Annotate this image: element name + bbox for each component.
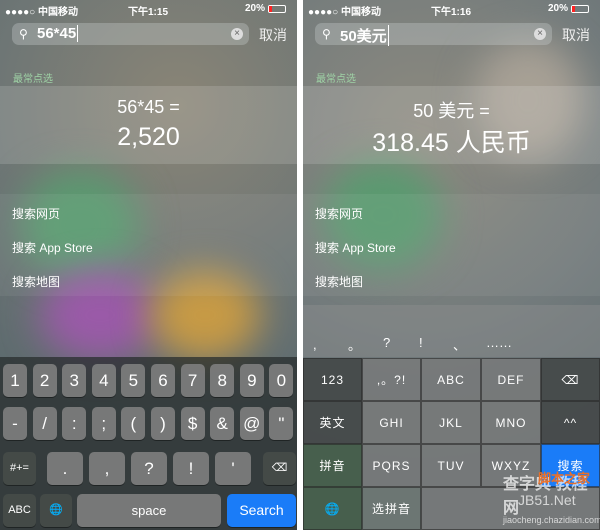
key[interactable]: 9 — [239, 364, 264, 397]
key[interactable]: 4 — [91, 364, 116, 397]
key[interactable]: $ — [180, 407, 205, 440]
key[interactable]: ; — [91, 407, 116, 440]
key[interactable]: 6 — [151, 364, 175, 397]
key[interactable]: , — [89, 452, 125, 485]
key[interactable]: 8 — [210, 364, 235, 397]
key[interactable]: 英文 — [303, 401, 362, 444]
key[interactable]: . — [47, 452, 83, 485]
cancel-button[interactable]: 取消 — [259, 25, 287, 45]
key[interactable]: ( — [121, 407, 146, 440]
search-web[interactable]: 搜索网页 — [315, 205, 363, 222]
key[interactable]: ) — [151, 407, 175, 440]
left-screenshot: ●●●●○ 中国移动 下午1:15 20% ⚲ 56*45 × 取消 最常点选 … — [0, 0, 297, 530]
space-key[interactable]: space — [77, 494, 221, 527]
cancel-button[interactable]: 取消 — [562, 25, 590, 45]
key[interactable]: & — [210, 407, 235, 440]
key[interactable]: ^^ — [541, 401, 600, 444]
candidate[interactable]: , — [313, 337, 317, 352]
time: 下午1:15 — [128, 7, 169, 18]
candidate[interactable]: 。 — [348, 335, 361, 354]
key[interactable]: 5 — [121, 364, 146, 397]
key[interactable]: @ — [239, 407, 264, 440]
key[interactable]: / — [32, 407, 57, 440]
calc-expression: 56*45 = — [117, 97, 180, 117]
carrier: ●●●●○ 中国移动 — [308, 7, 381, 18]
status-bar: ●●●●○ 中国移动 下午1:16 20% — [303, 0, 600, 18]
key[interactable]: 1 — [3, 364, 27, 397]
search-icon: ⚲ — [19, 27, 28, 41]
search-field[interactable]: ⚲ 50美元 × — [315, 23, 552, 46]
key[interactable]: 3 — [62, 364, 87, 397]
key[interactable]: TUV — [421, 444, 481, 487]
globe-icon[interactable]: 🌐 — [40, 494, 72, 527]
right-screenshot: ●●●●○ 中国移动 下午1:16 20% ⚲ 50美元 × 取消 最常点选 5… — [303, 0, 600, 530]
search-app-store[interactable]: 搜索 App Store — [12, 239, 93, 256]
search-icon: ⚲ — [322, 27, 331, 41]
key[interactable]: 🌐 — [303, 487, 362, 530]
carrier: ●●●●○ 中国移动 — [5, 7, 78, 18]
clear-icon[interactable]: × — [534, 28, 546, 40]
candidate[interactable]: …… — [486, 335, 512, 350]
search-key[interactable]: Search — [227, 494, 296, 527]
candidate[interactable]: ! — [419, 335, 423, 350]
section-header: 最常点选 — [316, 74, 356, 85]
search-maps[interactable]: 搜索地图 — [315, 273, 363, 290]
key[interactable]: " — [269, 407, 294, 440]
key[interactable]: ' — [215, 452, 251, 485]
battery-icon — [571, 5, 589, 13]
watermark: 脚本之家 — [538, 471, 591, 486]
search-input[interactable]: 56*45 — [37, 25, 79, 42]
symbols-key[interactable]: #+= — [3, 452, 36, 485]
conversion-expression: 50 美元 = — [413, 101, 490, 121]
candidate[interactable]: 、 — [453, 335, 466, 354]
key[interactable]: 123 — [303, 358, 362, 401]
key[interactable]: : — [62, 407, 87, 440]
search-input[interactable]: 50美元 — [340, 25, 389, 46]
key[interactable]: ! — [173, 452, 209, 485]
battery-percent: 20% — [548, 3, 569, 14]
key[interactable]: 2 — [32, 364, 57, 397]
key[interactable]: 7 — [180, 364, 205, 397]
backspace-key[interactable]: ⌫ — [263, 452, 296, 485]
clear-icon[interactable]: × — [231, 28, 243, 40]
candidate-bar: , 。 ? ! 、 …… — [303, 305, 600, 357]
calc-value: 2,520 — [117, 123, 180, 151]
watermark: jiaocheng.chazidian.com — [503, 515, 600, 525]
key[interactable]: ABC — [421, 358, 481, 401]
key[interactable]: ⌫ — [541, 358, 600, 401]
watermark: JB51.Net — [518, 492, 576, 508]
key[interactable]: GHI — [362, 401, 421, 444]
key[interactable]: 选拼音 — [362, 487, 421, 530]
conversion-value: 318.45 人民币 — [372, 129, 531, 157]
search-field[interactable]: ⚲ 56*45 × — [12, 23, 249, 45]
section-header: 最常点选 — [13, 74, 53, 85]
battery-percent: 20% — [245, 3, 266, 14]
battery-icon — [268, 5, 286, 13]
abc-key[interactable]: ABC — [3, 494, 36, 527]
search-app-store[interactable]: 搜索 App Store — [315, 239, 396, 256]
key[interactable]: MNO — [481, 401, 541, 444]
key[interactable]: ,。?! — [362, 358, 421, 401]
key[interactable]: 0 — [269, 364, 294, 397]
key[interactable]: PQRS — [362, 444, 421, 487]
candidate[interactable]: ? — [383, 335, 390, 350]
key[interactable]: JKL — [421, 401, 481, 444]
search-maps[interactable]: 搜索地图 — [12, 273, 60, 290]
search-web[interactable]: 搜索网页 — [12, 205, 60, 222]
status-bar: ●●●●○ 中国移动 下午1:15 20% — [0, 0, 297, 18]
key[interactable]: ? — [131, 452, 167, 485]
key[interactable]: 拼音 — [303, 444, 362, 487]
key[interactable]: - — [3, 407, 27, 440]
key[interactable]: DEF — [481, 358, 541, 401]
time: 下午1:16 — [431, 7, 472, 18]
